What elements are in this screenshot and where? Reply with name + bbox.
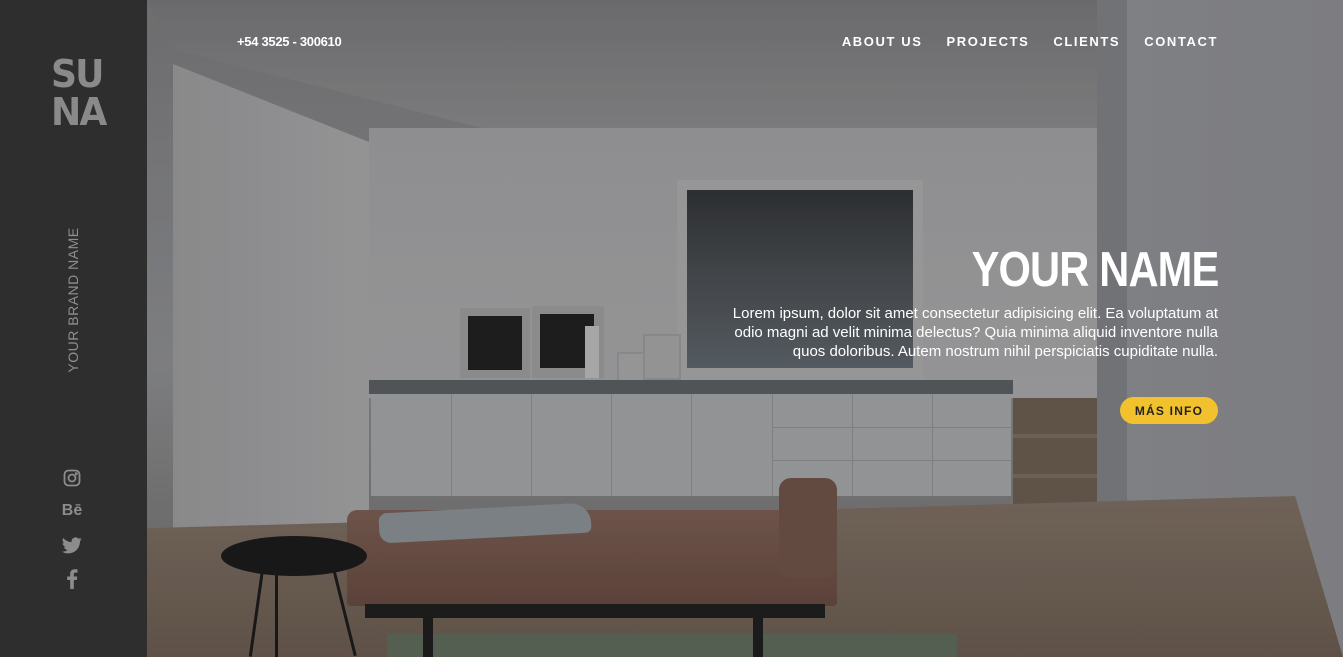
instagram-icon bbox=[63, 469, 81, 487]
phone-number[interactable]: +54 3525 - 300610 bbox=[237, 34, 342, 49]
facebook-icon bbox=[66, 569, 78, 589]
sidebar: SU NA YOUR BRAND NAME Bē bbox=[0, 0, 147, 657]
nav-projects[interactable]: PROJECTS bbox=[947, 34, 1030, 49]
instagram-link[interactable] bbox=[61, 467, 83, 489]
hero-description: Lorem ipsum, dolor sit amet consectetur … bbox=[732, 305, 1218, 360]
hero-title: YOUR NAME bbox=[971, 243, 1219, 297]
twitter-link[interactable] bbox=[61, 534, 83, 556]
nav-clients[interactable]: CLIENTS bbox=[1053, 34, 1120, 49]
facebook-link[interactable] bbox=[61, 568, 83, 590]
more-info-button[interactable]: MÁS INFO bbox=[1120, 397, 1218, 424]
logo-line-1: SU bbox=[51, 52, 104, 96]
behance-icon: Bē bbox=[61, 502, 83, 519]
main-nav: ABOUT US PROJECTS CLIENTS CONTACT bbox=[842, 34, 1218, 49]
logo[interactable]: SU NA bbox=[51, 52, 107, 134]
brand-name: YOUR BRAND NAME bbox=[65, 227, 81, 373]
logo-line-2: NA bbox=[51, 90, 107, 134]
behance-link[interactable]: Bē bbox=[61, 500, 83, 522]
nav-about-us[interactable]: ABOUT US bbox=[842, 34, 923, 49]
twitter-icon bbox=[62, 536, 82, 554]
nav-contact[interactable]: CONTACT bbox=[1144, 34, 1218, 49]
